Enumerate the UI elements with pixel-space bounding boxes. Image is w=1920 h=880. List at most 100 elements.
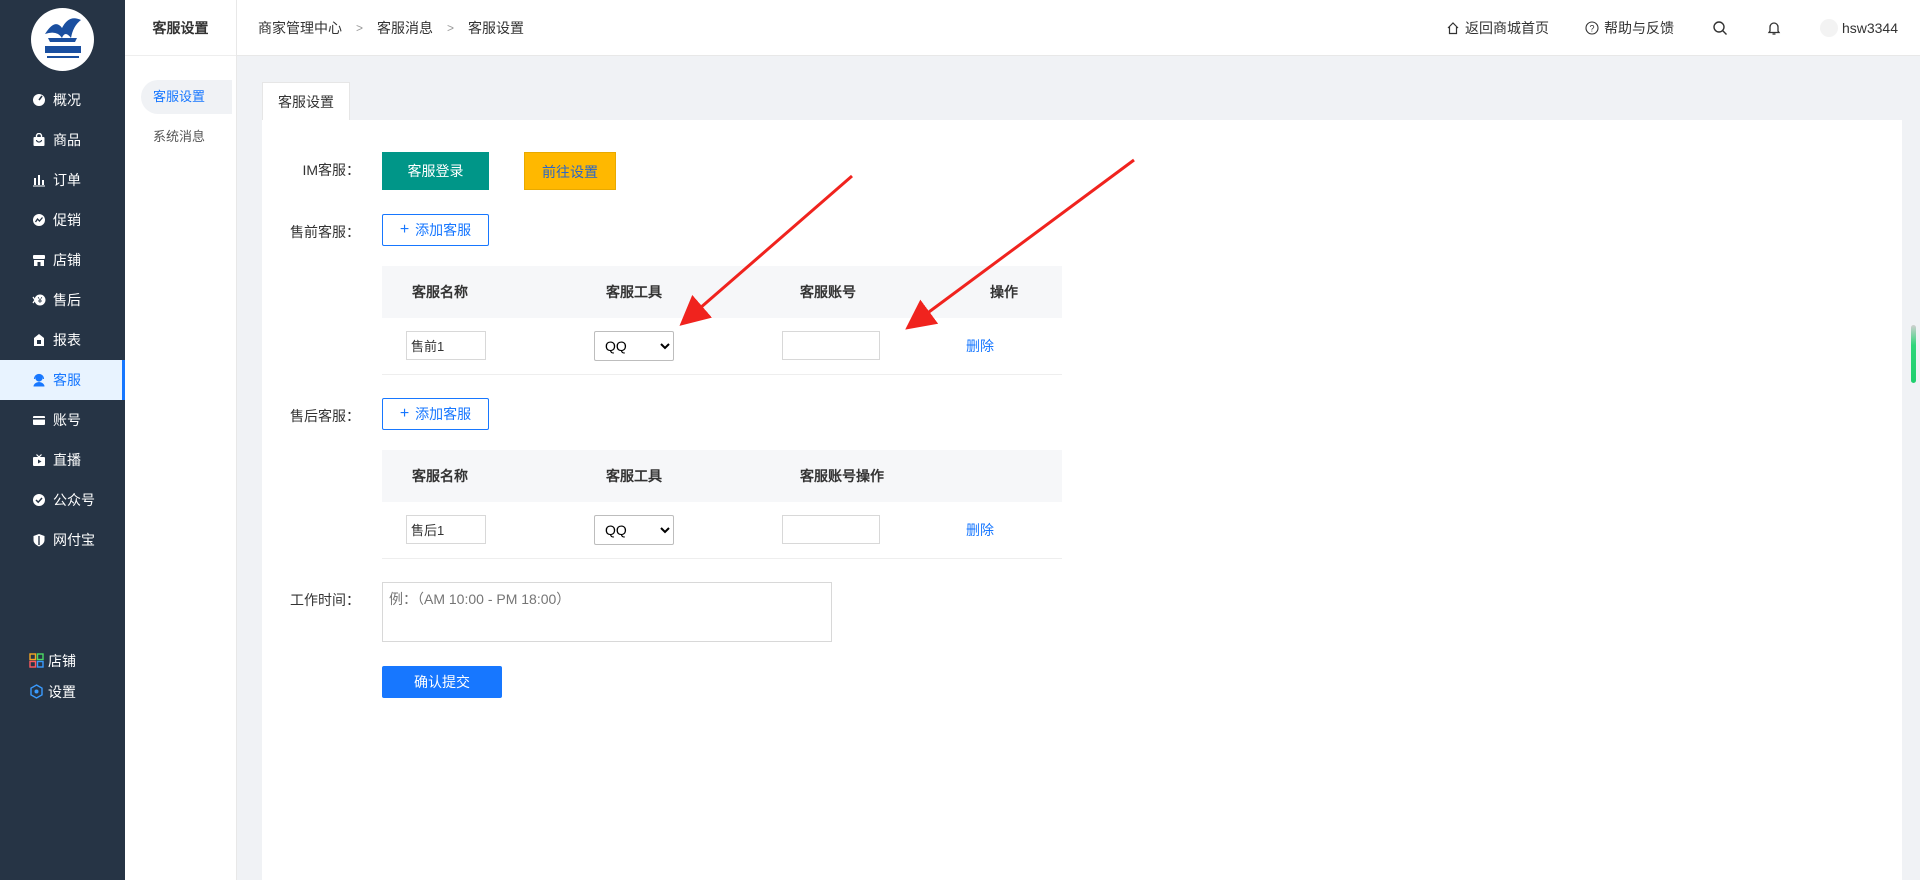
- sidebar-item-label: 店铺: [53, 252, 81, 268]
- table-row: QQ 删除: [382, 318, 1062, 375]
- home-link[interactable]: 返回商城首页: [1446, 18, 1549, 38]
- live-icon: [32, 453, 46, 467]
- plus-icon: +: [399, 405, 410, 422]
- sidebar-bottom-links: 店铺 设置: [29, 645, 76, 707]
- breadcrumb-item[interactable]: 商家管理中心: [258, 18, 342, 38]
- tab-service-settings[interactable]: 客服设置: [262, 82, 350, 120]
- add-presale-service-button[interactable]: + 添加客服: [382, 214, 489, 246]
- customer-service-icon: [32, 373, 46, 387]
- main-sidebar: 概况 商品 订单 促销 店铺 ¥ 售后 报表 客服 账号 直播 公众号 网付宝 …: [0, 0, 125, 880]
- bottom-link-label: 设置: [48, 683, 76, 700]
- svg-text:¥: ¥: [37, 296, 43, 305]
- after-sale-icon: ¥: [32, 293, 46, 307]
- grid-icon: [29, 653, 44, 668]
- scrollbar[interactable]: [1911, 325, 1916, 383]
- shield-icon: [32, 533, 46, 547]
- service-name-input[interactable]: [406, 515, 486, 545]
- subnav-item-service-settings[interactable]: 客服设置: [141, 80, 232, 114]
- secondary-sidebar: 客服设置 客服设置 系统消息: [125, 0, 237, 880]
- verified-icon: [32, 493, 46, 507]
- sidebar-item-label: 订单: [53, 172, 81, 188]
- search-icon[interactable]: [1712, 20, 1728, 36]
- service-name-input[interactable]: [406, 331, 486, 361]
- column-header: 客服工具: [576, 450, 770, 502]
- service-account-input[interactable]: [782, 331, 880, 361]
- user-menu[interactable]: hsw3344: [1819, 18, 1898, 37]
- home-icon: [1446, 21, 1460, 35]
- column-header: 客服账号操作: [770, 450, 960, 502]
- sidebar-item-customer-service[interactable]: 客服: [0, 360, 125, 400]
- service-tool-select[interactable]: QQ: [594, 514, 674, 545]
- report-icon: [32, 333, 46, 347]
- sidebar-item-label: 售后: [53, 292, 81, 308]
- delete-link[interactable]: 删除: [966, 338, 994, 354]
- add-aftersale-service-button[interactable]: + 添加客服: [382, 398, 489, 430]
- promotion-icon: [32, 213, 46, 227]
- subnav-item-system-messages[interactable]: 系统消息: [141, 120, 232, 154]
- im-service-label: IM客服：: [302, 162, 360, 178]
- bag-icon: [32, 133, 46, 147]
- column-header: 操作: [960, 266, 1062, 318]
- card-icon: [32, 413, 46, 427]
- bottom-link-store[interactable]: 店铺: [29, 645, 76, 676]
- add-service-label: 添加客服: [415, 222, 472, 238]
- service-tool-select[interactable]: QQ: [594, 330, 674, 361]
- sidebar-menu: 概况 商品 订单 促销 店铺 ¥ 售后 报表 客服 账号 直播 公众号 网付宝: [0, 80, 125, 560]
- breadcrumb-item[interactable]: 客服消息: [377, 18, 433, 38]
- sidebar-item-label: 商品: [53, 132, 81, 148]
- settings-icon: [29, 684, 44, 699]
- sidebar-item-overview[interactable]: 概况: [0, 80, 125, 120]
- submit-button[interactable]: 确认提交: [382, 666, 502, 698]
- table-row: QQ 删除: [382, 502, 1062, 559]
- add-service-label: 添加客服: [415, 406, 472, 422]
- username: hsw3344: [1841, 19, 1898, 36]
- home-link-label: 返回商城首页: [1464, 19, 1549, 36]
- help-icon: ?: [1585, 20, 1599, 35]
- sidebar-item-promotion[interactable]: 促销: [0, 200, 125, 240]
- column-header: 客服账号: [770, 266, 960, 318]
- service-login-button[interactable]: 客服登录: [382, 152, 489, 190]
- chevron-right-icon: >: [356, 20, 364, 35]
- sidebar-item-label: 概况: [53, 92, 81, 108]
- bar-chart-icon: [32, 173, 46, 187]
- store-icon: [32, 253, 46, 267]
- column-header: 客服名称: [382, 266, 576, 318]
- column-header: 客服名称: [382, 450, 576, 502]
- sidebar-item-label: 报表: [53, 332, 81, 348]
- table-header-row: 客服名称 客服工具 客服账号操作: [382, 450, 1062, 502]
- sidebar-item-store[interactable]: 店铺: [0, 240, 125, 280]
- service-account-input[interactable]: [782, 515, 880, 545]
- delete-link[interactable]: 删除: [966, 522, 994, 538]
- sidebar-item-products[interactable]: 商品: [0, 120, 125, 160]
- dashboard-icon: [32, 93, 46, 107]
- bottom-link-label: 店铺: [48, 652, 76, 669]
- sidebar-item-account[interactable]: 账号: [0, 400, 125, 440]
- sidebar-item-label: 公众号: [53, 492, 95, 508]
- svg-text:?: ?: [1589, 23, 1594, 33]
- bell-icon[interactable]: [1766, 20, 1782, 36]
- sidebar-item-label: 网付宝: [53, 532, 95, 548]
- bottom-link-settings[interactable]: 设置: [29, 676, 76, 707]
- sidebar-item-official-account[interactable]: 公众号: [0, 480, 125, 520]
- help-link[interactable]: ? 帮助与反馈: [1585, 18, 1674, 38]
- sidebar-item-payment[interactable]: 网付宝: [0, 520, 125, 560]
- goto-settings-button[interactable]: 前往设置: [524, 152, 616, 190]
- logo-icon: [45, 18, 81, 58]
- breadcrumb: 商家管理中心 > 客服消息 > 客服设置: [237, 18, 524, 38]
- top-header: 商家管理中心 > 客服消息 > 客服设置 返回商城首页 ? 帮助与反馈 hsw3…: [237, 0, 1920, 56]
- column-header: 客服工具: [576, 266, 770, 318]
- sidebar-item-orders[interactable]: 订单: [0, 160, 125, 200]
- chevron-right-icon: >: [447, 20, 455, 35]
- sidebar-item-label: 直播: [53, 452, 81, 468]
- worktime-label: 工作时间：: [290, 592, 360, 608]
- sidebar-item-after-sale[interactable]: ¥ 售后: [0, 280, 125, 320]
- sidebar-item-live[interactable]: 直播: [0, 440, 125, 480]
- aftersale-service-table: 客服名称 客服工具 客服账号操作 QQ 删除: [382, 450, 1062, 559]
- logo: [31, 8, 94, 71]
- avatar: [1819, 18, 1838, 37]
- sidebar-item-report[interactable]: 报表: [0, 320, 125, 360]
- worktime-input[interactable]: [382, 582, 832, 642]
- presale-service-table: 客服名称 客服工具 客服账号 操作 QQ 删除: [382, 266, 1062, 375]
- presale-service-label: 售前客服：: [290, 224, 360, 240]
- sidebar-item-label: 客服: [53, 372, 81, 388]
